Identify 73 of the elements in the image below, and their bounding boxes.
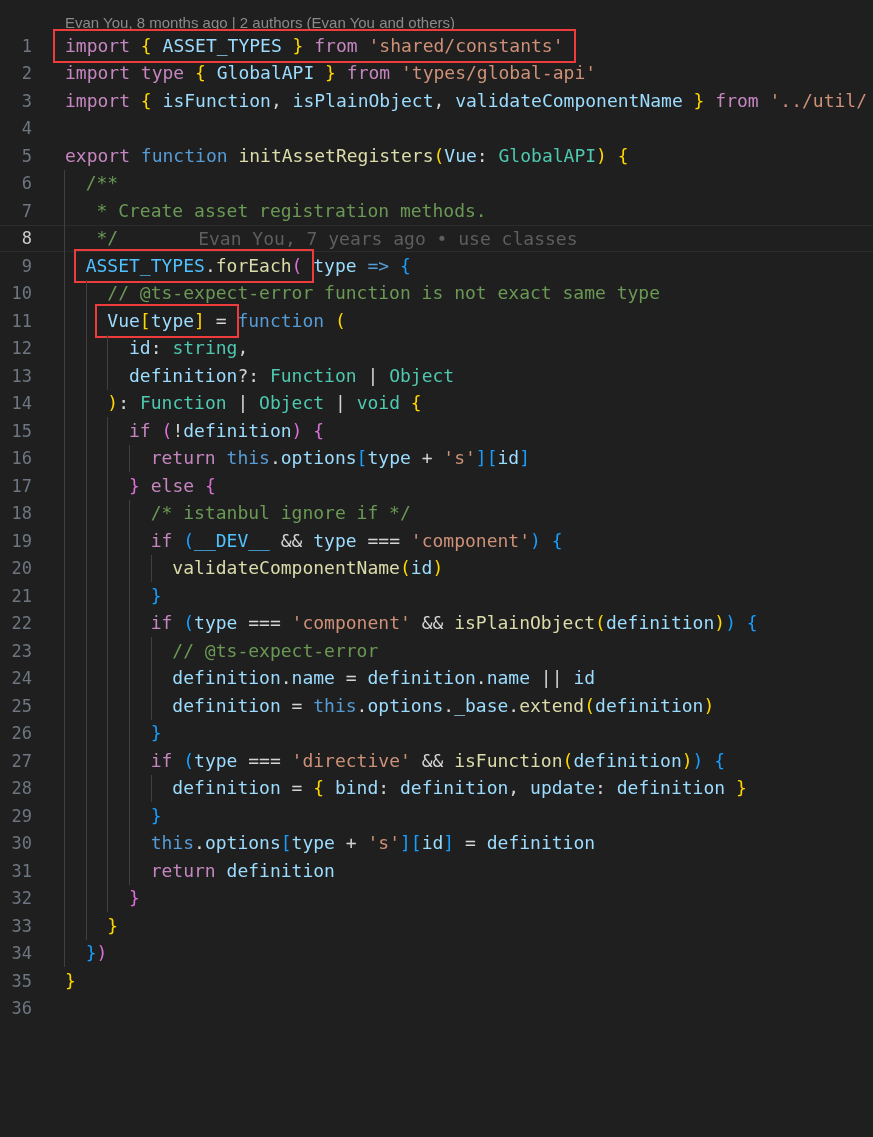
code-text: function ( [237, 310, 346, 331]
highlighted-code: ASSET_TYPES.forEach( [73, 248, 315, 283]
code-text: type => { [313, 255, 411, 276]
line-number: 14 [10, 393, 32, 414]
line-number: 2 [20, 63, 32, 84]
code-text: this.options[type + 's'][id] = definition [150, 833, 596, 854]
code-text: if (type === 'directive' && isFunction(definition)) { [150, 750, 726, 771]
line-number: 34 [10, 943, 32, 964]
line-number: 19 [10, 530, 32, 551]
line-number: 13 [10, 365, 32, 386]
line-number: 28 [10, 778, 32, 799]
code-text: return this.options[type + 's'][id] [150, 448, 531, 469]
code-text: if (__DEV__ && type === 'component') { [150, 530, 563, 551]
code-text: /* istanbul ignore if */ [150, 503, 411, 524]
line-number: 29 [10, 805, 32, 826]
line-number: 16 [10, 448, 32, 469]
line-number: 3 [20, 90, 32, 111]
line-number: 17 [10, 475, 32, 496]
line-number: 7 [20, 200, 32, 221]
line-number: 23 [10, 640, 32, 661]
code-text: } [129, 888, 140, 909]
code-text: // @ts-expect-error [172, 640, 379, 661]
line-number: 21 [10, 585, 32, 606]
highlighted-code: import { ASSET_TYPES } from 'shared/constants' [53, 28, 576, 63]
line-number: 4 [20, 118, 32, 139]
code-text: if (!definition) { [129, 420, 325, 441]
code-text: */ [95, 228, 119, 249]
blame-annotation: Evan You, 7 years ago • use classes [198, 227, 578, 249]
line-number: 35 [10, 970, 32, 991]
line-number: 6 [20, 173, 32, 194]
code-text: }) [85, 943, 108, 964]
code-text: } [150, 723, 162, 744]
code-text: definition.name = definition.name || id [172, 668, 596, 689]
code-text: if (type === 'component' && isPlainObject(definition)) { [150, 613, 758, 634]
code-text: } [150, 585, 162, 606]
line-number: 26 [10, 723, 32, 744]
code-text: } else { [129, 475, 216, 496]
code-text: } [65, 970, 76, 991]
line-number: 31 [10, 860, 32, 881]
line-number: 27 [10, 750, 32, 771]
line-number: 20 [10, 558, 32, 579]
code-text: import type { GlobalAPI } from 'types/global-api' [65, 63, 597, 84]
code-text: validateComponentName(id) [172, 558, 444, 579]
line-number: 18 [10, 503, 32, 524]
line-number: 5 [20, 145, 32, 166]
line-number: 32 [10, 888, 32, 909]
line-number: 36 [10, 998, 32, 1019]
line-number: 22 [10, 613, 32, 634]
line-number: 11 [10, 310, 32, 331]
line-number: 24 [10, 668, 32, 689]
line-number: 12 [10, 338, 32, 359]
line-number: 25 [10, 695, 32, 716]
highlighted-code: Vue[type] = [95, 303, 239, 338]
code-text: definition = { bind: definition, update: definition } [172, 778, 747, 799]
code-text: ): Function | Object | void { [107, 393, 422, 414]
code-text: /** [85, 173, 119, 194]
code-text: definition = this.options._base.extend(definition) [172, 695, 715, 716]
code-text: } [107, 915, 119, 936]
line-number: 15 [10, 420, 32, 441]
line-number: 10 [10, 283, 32, 304]
line-number: 9 [20, 255, 32, 276]
code-text: import { isFunction, isPlainObject, validateComponentName } from '../util/ [65, 90, 868, 111]
code-text: id: string, [129, 338, 249, 359]
line-number: 33 [10, 915, 32, 936]
code-text: return definition [150, 860, 335, 881]
line-number: 1 [20, 35, 32, 56]
code-text: definition?: Function | Object [129, 365, 455, 386]
code-text: export function initAssetRegisters(Vue: GlobalAPI) { [65, 145, 629, 166]
line-number: 8 [20, 228, 32, 249]
line-number: 30 [10, 833, 32, 854]
code-text: // @ts-expect-error function is not exact same type [107, 283, 661, 304]
code-text: * Create asset registration methods. [95, 200, 487, 221]
code-text: } [150, 805, 162, 826]
